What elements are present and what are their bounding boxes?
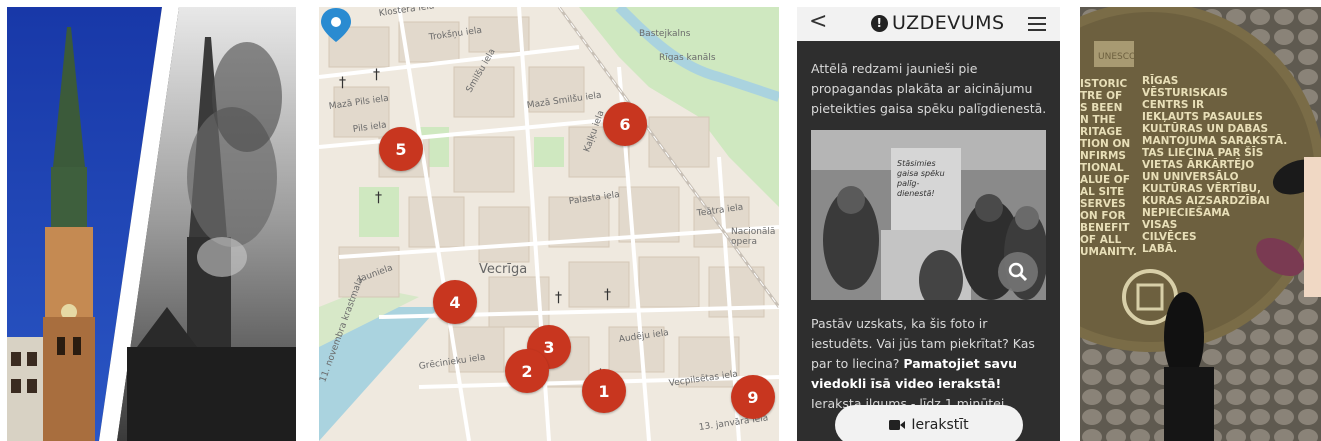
- map-marker-1[interactable]: 1: [582, 369, 626, 413]
- svg-text:†: †: [339, 75, 346, 91]
- location-pin-icon[interactable]: [319, 7, 353, 43]
- poi-label: Bastejkalns: [639, 29, 691, 39]
- task-photo[interactable]: Stāsimies gaisa spēku palīg-dienestā!: [811, 130, 1046, 300]
- back-button[interactable]: <: [809, 9, 827, 34]
- svg-text:UNESCO: UNESCO: [1098, 52, 1136, 62]
- poi-label: Rīgas kanāls: [659, 53, 716, 63]
- zoom-button[interactable]: [998, 252, 1038, 292]
- task-screen: < ! UZDEVUMS Attēlā redzami jaunieši pie…: [797, 7, 1060, 441]
- hamburger-menu-icon[interactable]: [1028, 17, 1046, 31]
- page-title: ! UZDEVUMS: [871, 12, 1005, 34]
- page-title-text: UZDEVUMS: [892, 12, 1005, 34]
- record-button-label: Ierakstīt: [911, 417, 969, 433]
- svg-text:†: †: [375, 190, 382, 206]
- poi-label: Nacionālā opera: [731, 227, 776, 247]
- tower-collage-image: [7, 7, 296, 441]
- map-marker-2[interactable]: 2: [505, 349, 549, 393]
- map-marker-4[interactable]: 4: [433, 280, 477, 324]
- task-intro-text: Attēlā redzami jaunieši pie propagandas …: [811, 61, 1047, 116]
- unesco-plaque-photo: UNESCO RĪGAS VĒSTURISKAIS CENTRS IR IEKĻAU…: [1080, 7, 1321, 441]
- map-marker-5[interactable]: 5: [379, 127, 423, 171]
- video-camera-icon: [889, 420, 906, 430]
- old-town-map[interactable]: ††† ††† Klostera iela Trokšņu iela Smilš…: [319, 7, 779, 441]
- area-label: Vecrīga: [479, 262, 528, 277]
- map-marker-9[interactable]: 9: [731, 375, 775, 419]
- magnifier-icon: [1008, 262, 1028, 282]
- task-question-text: Pastāv uzskats, ka šis foto ir iestudēts…: [811, 314, 1051, 414]
- svg-text:†: †: [373, 67, 380, 83]
- exclamation-icon: !: [871, 14, 888, 32]
- top-bar: < ! UZDEVUMS: [797, 7, 1060, 41]
- svg-text:†: †: [604, 287, 611, 303]
- record-button[interactable]: Ierakstīt: [835, 405, 1023, 441]
- svg-text:†: †: [555, 290, 562, 306]
- map-marker-6[interactable]: 6: [603, 102, 647, 146]
